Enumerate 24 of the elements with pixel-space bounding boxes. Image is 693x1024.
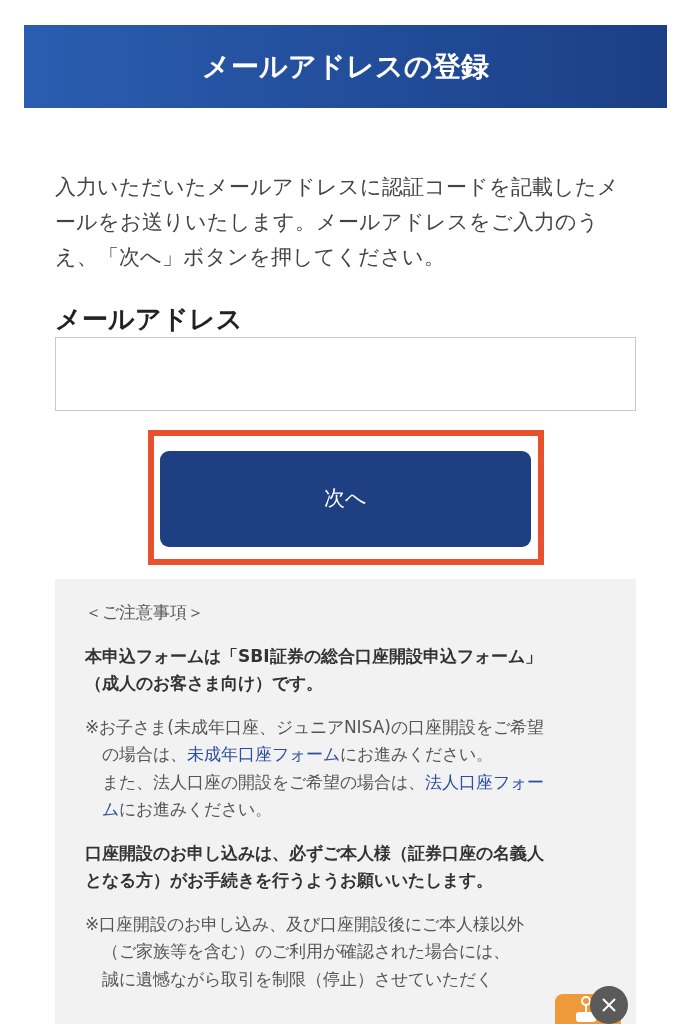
notice-text: 口座開設のお申し込みは、必ずご本人様（証券口座の名義人: [85, 842, 544, 863]
notice-heading: ＜ご注意事項＞: [85, 602, 204, 622]
next-button[interactable]: 次へ: [159, 451, 531, 547]
page-title: メールアドレスの登録: [24, 25, 667, 108]
notice-text: （ご家族等を含む）のご利用が確認された場合には、: [102, 941, 510, 961]
email-field[interactable]: [55, 337, 636, 411]
field-label: メールアドレス: [55, 303, 244, 336]
notice-text: にお進みください。: [119, 799, 272, 819]
notice-text: 本申込フォームは「SBI証券の総合口座開設申込フォーム」: [85, 645, 542, 666]
text-link[interactable]: ム: [102, 799, 119, 819]
notice-text: となる方）がお手続きを行うようお願いいたします。: [85, 870, 493, 890]
text-link[interactable]: 未成年口座フォーム: [187, 744, 340, 764]
text-link[interactable]: 法人口座フォー: [425, 771, 544, 792]
intro-text: 入力いただいたメールアドレスに認証コードを記載したメ: [55, 174, 620, 201]
notice-text: （成人のお客さま向け）です。: [85, 673, 323, 693]
notice-text: にお進みください。: [340, 744, 493, 764]
notice-text: ※お子さま(未成年口座、ジュニアNISA)の口座開設をご希望: [85, 716, 544, 737]
intro-text: ールをお送りいたします。メールアドレスをご入力のう: [55, 209, 600, 236]
close-icon: [601, 997, 617, 1013]
intro-text: え、「次へ」ボタンを押してください。: [55, 244, 446, 271]
notice-text: 誠に遺憾ながら取引を制限（停止）させていただく: [102, 968, 493, 989]
notice-text: ※口座開設のお申し込み、及び口座開設後にご本人様以外: [85, 913, 525, 934]
notice-text: また、法人口座の開設をご希望の場合は、: [102, 771, 425, 792]
notice-text: の場合は、: [102, 744, 187, 764]
